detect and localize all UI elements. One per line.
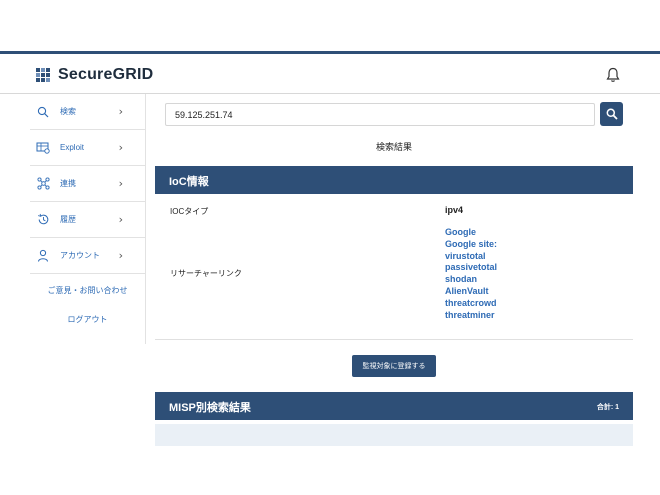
sidebar-item-label: Exploit (60, 143, 85, 152)
search-icon (36, 105, 50, 119)
misp-total-count: 合計: 1 (596, 404, 619, 411)
search-box (165, 103, 595, 126)
research-link-threatminer[interactable]: threatminer (445, 310, 497, 322)
chevron-right-icon: › (118, 141, 123, 154)
search-icon (606, 108, 618, 120)
misp-section-title: MISP別検索結果 (169, 402, 251, 414)
chevron-right-icon: › (118, 213, 123, 226)
chevron-right-icon: › (118, 177, 123, 190)
sidebar-item-exploit[interactable]: Exploit › (30, 130, 145, 166)
research-link-shodan[interactable]: shodan (445, 274, 497, 286)
misp-section-header: MISP別検索結果 合計: 1 (155, 392, 633, 420)
exploit-icon (36, 141, 50, 155)
ioc-section-title: IoC情報 (169, 176, 209, 188)
ioc-type-label: IOCタイプ (170, 207, 209, 216)
sidebar: 検索 › Exploit › 連携 › 履歴 › アカウント › ご意見・お問い… (30, 94, 146, 344)
app-logo[interactable]: SecureGRID (36, 66, 153, 84)
sidebar-item-label: 履歴 (60, 215, 76, 224)
research-link-virustotal[interactable]: virustotal (445, 251, 497, 263)
research-link-google[interactable]: Google (445, 227, 497, 239)
ioc-section-header: IoC情報 (155, 166, 633, 194)
research-link-alienvault[interactable]: AlienVault (445, 286, 497, 298)
research-link-google-site[interactable]: Google site: (445, 239, 497, 251)
results-title: 検索結果 (375, 142, 412, 152)
sidebar-item-history[interactable]: 履歴 › (30, 202, 145, 238)
sidebar-item-label: アカウント (60, 251, 100, 260)
search-button[interactable] (600, 102, 623, 126)
logo-icon (36, 68, 50, 82)
logout-link[interactable]: ログアウト (30, 314, 145, 325)
notification-bell-icon[interactable] (606, 67, 620, 83)
app-name: SecureGRID (58, 66, 154, 83)
research-link-threatcrowd[interactable]: threatcrowd (445, 298, 497, 310)
sidebar-item-search[interactable]: 検索 › (30, 94, 145, 130)
sidebar-item-account[interactable]: アカウント › (30, 238, 145, 274)
sidebar-item-label: 検索 (60, 107, 76, 116)
contact-link[interactable]: ご意見・お問い合わせ (30, 285, 145, 296)
user-icon (36, 249, 50, 263)
research-links-label: リサーチャーリンク (170, 269, 242, 278)
app-header: SecureGRID (0, 54, 660, 94)
chevron-right-icon: › (118, 249, 123, 262)
section-divider (155, 339, 633, 340)
ioc-type-value: ipv4 (445, 205, 464, 215)
sidebar-item-label: 連携 (60, 179, 76, 188)
network-icon (36, 177, 50, 191)
research-links-list: Google Google site: virustotal passiveto… (445, 227, 497, 321)
chevron-right-icon: › (118, 105, 123, 118)
register-watch-button[interactable]: 監視対象に登録する (352, 355, 436, 377)
sidebar-item-integration[interactable]: 連携 › (30, 166, 145, 202)
history-icon (36, 213, 50, 227)
search-input[interactable] (166, 104, 594, 125)
research-link-passivetotal[interactable]: passivetotal (445, 262, 497, 274)
misp-result-row[interactable] (155, 424, 633, 446)
